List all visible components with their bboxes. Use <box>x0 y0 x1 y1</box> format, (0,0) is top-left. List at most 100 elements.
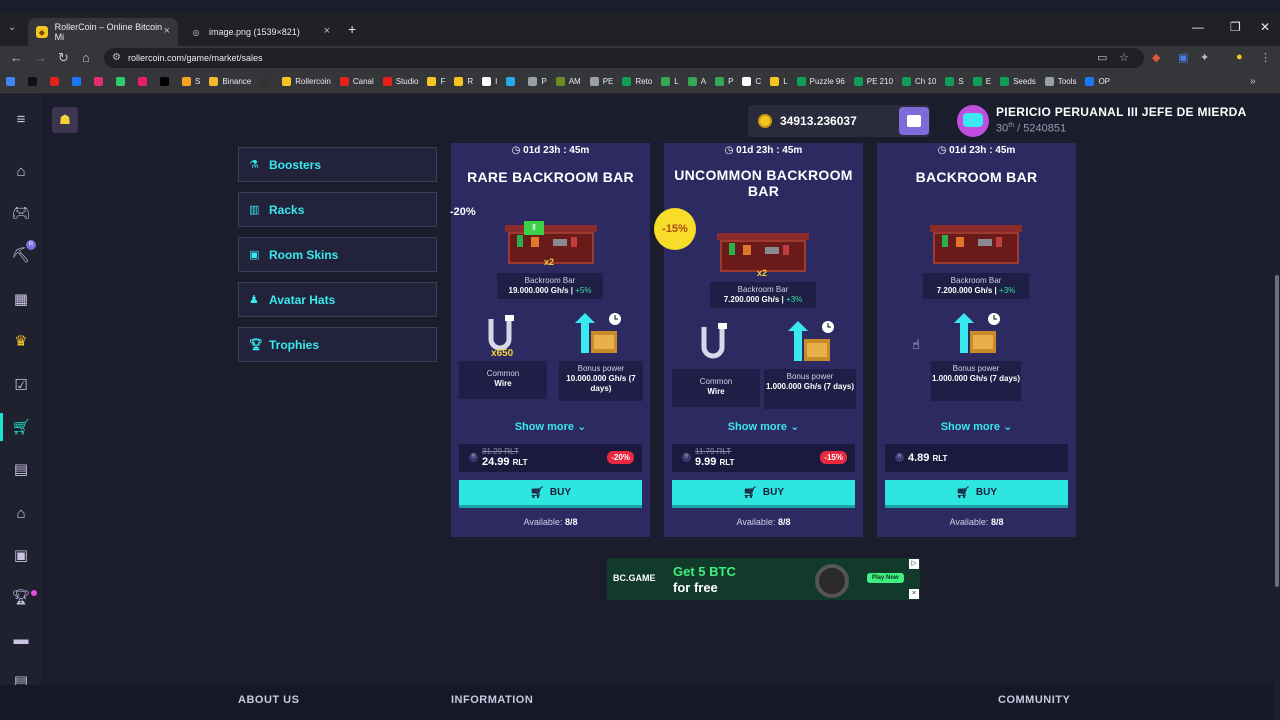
bookmark-item[interactable]: PE <box>589 77 613 86</box>
tasks-icon[interactable]: ☑ <box>11 377 31 395</box>
crown-icon[interactable]: ♛ <box>11 333 31 351</box>
bookmark-item[interactable]: P <box>715 77 733 86</box>
bookmark-item[interactable] <box>72 77 85 86</box>
layers-icon[interactable]: ▬ <box>11 631 31 649</box>
gift-icon[interactable]: ▣ <box>11 547 31 565</box>
menu-boosters[interactable]: ⚗ Boosters <box>238 147 437 182</box>
bookmark-item[interactable] <box>260 77 273 86</box>
bookmark-item[interactable]: Rollercoin <box>282 77 331 86</box>
extensions-icon[interactable]: ✦ <box>1200 51 1209 64</box>
bookmark-favicon-icon <box>972 77 982 86</box>
bookmark-item[interactable]: P <box>528 77 547 86</box>
minimize-icon[interactable]: — <box>1192 20 1204 34</box>
maximize-icon[interactable]: ❐ <box>1230 20 1241 34</box>
rollercoin-logo[interactable]: ☗ <box>52 107 78 133</box>
home-icon[interactable]: ⌂ <box>11 163 31 181</box>
profile-icon[interactable]: ● <box>1236 51 1243 63</box>
forward-icon[interactable]: → <box>34 50 47 65</box>
extension-shield-icon[interactable]: ▣ <box>1178 51 1188 64</box>
bookmark-item[interactable]: Tools <box>1044 77 1076 86</box>
url-field[interactable]: ⚙ rollercoin.com/game/market/sales <box>104 48 1144 68</box>
scrollbar[interactable] <box>1274 95 1280 720</box>
site-info-icon[interactable]: ⚙ <box>112 52 121 63</box>
menu-room-skins[interactable]: ▣ Room Skins <box>238 237 437 272</box>
scrollbar-thumb[interactable] <box>1275 275 1279 587</box>
ad-close-icon[interactable]: × <box>909 589 919 599</box>
bookmark-item[interactable]: Ch 10 <box>902 77 936 86</box>
bookmark-item[interactable]: OP <box>1085 77 1110 86</box>
tab-image[interactable]: ◎ image.png (1539×821) × <box>182 18 338 46</box>
ad-play-button[interactable]: Play Now <box>867 573 904 583</box>
bookmark-item[interactable] <box>6 77 19 86</box>
close-icon[interactable]: × <box>324 25 330 37</box>
bookmark-item[interactable]: L <box>661 77 679 86</box>
buy-button[interactable]: 🛒︎ BUY <box>885 480 1068 508</box>
window-close-icon[interactable]: ✕ <box>1260 20 1270 34</box>
shop-icon[interactable]: ▤ <box>11 461 31 479</box>
bank-icon[interactable]: ⌂ <box>11 505 31 523</box>
avatar[interactable] <box>957 105 989 137</box>
footer-information[interactable]: INFORMATION <box>451 694 533 706</box>
market-icon[interactable]: 🛒︎ <box>11 419 31 437</box>
bookmark-item[interactable]: S <box>182 77 200 86</box>
bookmark-item[interactable]: Canal <box>339 77 374 86</box>
show-more-link[interactable]: Show more ⌄ <box>877 420 1076 433</box>
bookmark-item[interactable]: Binance <box>209 77 251 86</box>
footer-about[interactable]: ABOUT US <box>238 694 299 706</box>
mining-icon[interactable]: ⛏︎ <box>11 247 31 265</box>
bookmark-item[interactable] <box>160 77 173 86</box>
install-icon[interactable]: ▭ <box>1097 51 1107 64</box>
bookmark-item[interactable]: Puzzle 96 <box>796 77 845 86</box>
tab-rollercoin[interactable]: ◆ RollerCoin – Online Bitcoin Mi × <box>28 18 178 46</box>
bookmark-star-icon[interactable]: ☆ <box>1119 51 1129 64</box>
menu-trophies[interactable]: 🏆︎ Trophies <box>238 327 437 362</box>
menu-icon[interactable]: ≡ <box>11 111 31 129</box>
bookmark-item[interactable]: S <box>945 77 964 86</box>
bookmark-item[interactable]: I <box>482 77 497 86</box>
bookmark-item[interactable] <box>506 77 519 86</box>
trophy-icon[interactable]: 🏆︎ <box>11 589 31 607</box>
bookmark-item[interactable]: PE 210 <box>853 77 893 86</box>
bookmark-item[interactable] <box>94 77 107 86</box>
bookmark-item[interactable]: Studio <box>382 77 418 86</box>
close-icon[interactable]: × <box>164 25 170 37</box>
bookmark-item[interactable] <box>28 77 41 86</box>
price-value: 24.99 <box>482 456 510 468</box>
bookmark-item[interactable]: R <box>454 77 473 86</box>
bookmark-item[interactable] <box>138 77 151 86</box>
bookmark-item[interactable]: C <box>742 77 761 86</box>
ad-choices-icon[interactable]: ▷ <box>909 559 919 569</box>
bookmark-item[interactable]: AM <box>555 77 581 86</box>
wallet-button[interactable] <box>899 107 929 135</box>
item-wire: Common Wire <box>459 361 547 399</box>
menu-avatar-hats[interactable]: ♟ Avatar Hats <box>238 282 437 317</box>
bookmark-item[interactable]: F <box>427 77 445 86</box>
bookmark-item[interactable]: A <box>687 77 706 86</box>
bookmark-item[interactable] <box>50 77 63 86</box>
home-browser-icon[interactable]: ⌂ <box>82 50 90 65</box>
menu-racks[interactable]: ▥ Racks <box>238 192 437 227</box>
new-tab-icon[interactable]: + <box>348 21 356 37</box>
back-icon[interactable]: ← <box>10 50 23 65</box>
more-bookmarks-icon[interactable]: » <box>1250 76 1256 87</box>
username[interactable]: PIERICIO PERUANAL III JEFE DE MIERDA <box>996 105 1247 119</box>
ad-banner[interactable]: BC.GAME Get 5 BTC for free Play Now ▷ × <box>607 558 920 600</box>
show-more-link[interactable]: Show more ⌄ <box>664 420 863 433</box>
bookmark-item[interactable]: L <box>770 77 788 86</box>
product-name: Backroom Bar <box>524 276 576 285</box>
tab-list-icon[interactable]: ⌄ <box>8 22 16 33</box>
buy-button[interactable]: 🛒︎ BUY <box>672 480 855 508</box>
bookmark-item[interactable] <box>116 77 129 86</box>
extension-fox-icon[interactable]: ◆ <box>1152 51 1160 64</box>
buy-button[interactable]: 🛒︎ BUY <box>459 480 642 508</box>
reload-icon[interactable]: ↻ <box>58 50 69 66</box>
bookmark-item[interactable]: Seeds <box>1000 77 1036 86</box>
gamepad-icon[interactable]: 🎮︎ <box>11 205 31 223</box>
calendar-icon[interactable]: ▦ <box>11 291 31 309</box>
bookmark-item[interactable]: Reto <box>622 77 652 86</box>
show-more-link[interactable]: Show more ⌄ <box>451 420 650 433</box>
footer-community[interactable]: COMMUNITY <box>998 694 1070 706</box>
ad-subline: for free <box>673 580 718 595</box>
browser-menu-icon[interactable]: ⋮ <box>1260 51 1271 64</box>
bookmark-item[interactable]: E <box>972 77 991 86</box>
